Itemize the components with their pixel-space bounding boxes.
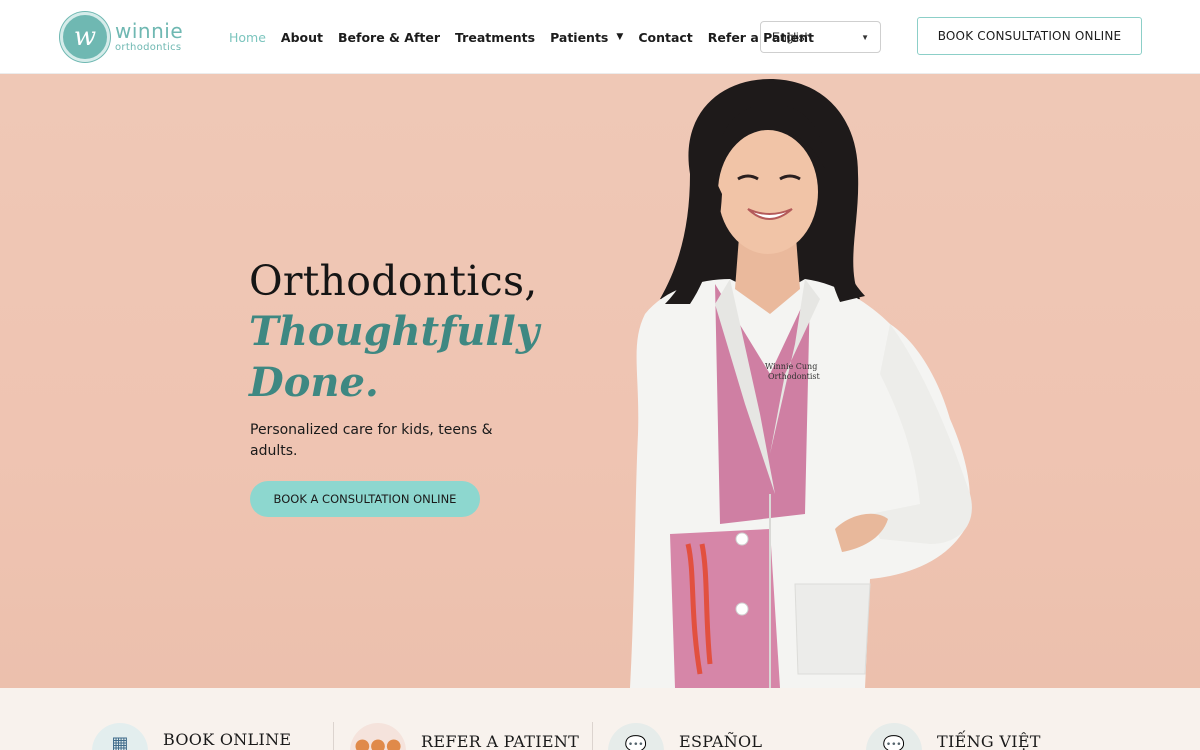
chat-bubbles-icon: 💬	[608, 723, 664, 750]
logo[interactable]: w winnie orthodontics	[60, 11, 195, 63]
hero-subtitle: Personalized care for kids, teens & adul…	[250, 422, 493, 459]
quick-links-bar: ▦ BOOK ONLINE ●●● REFER A PATIENT 💬 ESPA…	[0, 688, 1200, 750]
nav-patients[interactable]: Patients ▼	[550, 30, 623, 45]
language-select[interactable]: English ▼	[760, 21, 881, 53]
book-consultation-button[interactable]: BOOK CONSULTATION ONLINE	[917, 17, 1142, 55]
logo-letter: w	[73, 22, 97, 52]
hero-section: Orthodontics, Thoughtfully Done. Persona…	[0, 74, 1200, 688]
logo-name: winnie	[115, 19, 184, 43]
hero-title-line-3: Done.	[249, 359, 379, 406]
nav-contact[interactable]: Contact	[638, 30, 692, 45]
quick-link-book-online[interactable]: ▦ BOOK ONLINE	[92, 723, 291, 750]
calendar-icon: ▦	[92, 723, 148, 750]
quick-link-tieng-viet[interactable]: 💬 TIẾNG VIỆT	[866, 723, 1041, 750]
nav-home[interactable]: Home	[229, 30, 266, 45]
nav-before-after[interactable]: Before & After	[338, 30, 440, 45]
caret-down-icon: ▼	[861, 32, 869, 42]
coat-embroidery-name: Winnie Cung	[765, 362, 817, 371]
quick-link-label: TIẾNG VIỆT	[937, 732, 1041, 750]
quick-link-espanol[interactable]: 💬 ESPAÑOL	[608, 723, 762, 750]
people-icon: ●●●	[350, 723, 406, 750]
nav-about[interactable]: About	[281, 30, 323, 45]
nav-patients-label: Patients	[550, 29, 609, 45]
orthodontist-photo: Winnie Cung Orthodontist	[630, 79, 972, 688]
divider	[333, 722, 334, 750]
quick-link-label: REFER A PATIENT	[421, 732, 580, 750]
hero-title-line-2: Thoughtfully	[249, 308, 540, 355]
logo-mark: w	[60, 12, 110, 62]
hero-title-line-1: Orthodontics,	[249, 257, 538, 305]
quick-link-refer-a-patient[interactable]: ●●● REFER A PATIENT	[350, 723, 579, 750]
logo-tagline: orthodontics	[115, 42, 182, 53]
coat-embroidery-title: Orthodontist	[768, 372, 821, 381]
hero-title: Orthodontics, Thoughtfully Done.	[249, 256, 609, 408]
quick-link-label: ESPAÑOL	[679, 732, 763, 750]
book-a-consultation-button[interactable]: BOOK A CONSULTATION ONLINE	[250, 481, 480, 517]
site-header: w winnie orthodontics Home About Before …	[0, 0, 1200, 74]
logo-wordmark: winnie orthodontics	[115, 21, 183, 53]
language-select-value: English	[772, 30, 812, 44]
caret-down-icon: ▼	[616, 32, 624, 42]
divider	[592, 722, 593, 750]
main-nav: Home About Before & After Treatments Pat…	[229, 28, 829, 46]
nav-treatments[interactable]: Treatments	[455, 30, 535, 45]
quick-link-label: BOOK ONLINE	[163, 730, 292, 749]
chat-bubbles-icon: 💬	[866, 723, 922, 750]
